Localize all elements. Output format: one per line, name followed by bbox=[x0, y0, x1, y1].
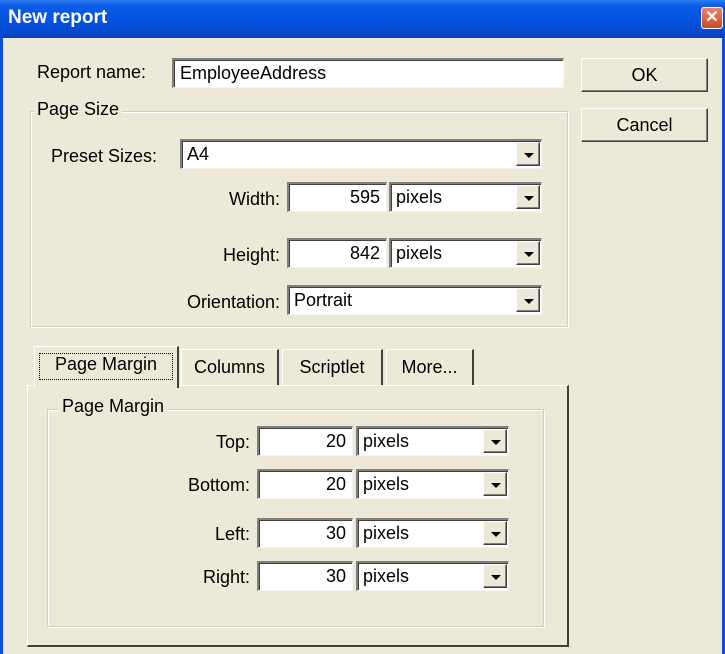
margin-left-unit-select[interactable]: pixels bbox=[356, 518, 509, 548]
height-input[interactable]: 842 bbox=[287, 238, 387, 268]
width-unit-value: pixels bbox=[396, 187, 443, 207]
chevron-down-icon[interactable] bbox=[483, 429, 507, 453]
margin-left-input[interactable]: 30 bbox=[257, 518, 353, 548]
title-bar[interactable]: New report ✕ bbox=[0, 0, 725, 38]
preset-sizes-value: A4 bbox=[187, 144, 210, 164]
report-name-input[interactable]: EmployeeAddress bbox=[172, 58, 564, 88]
close-icon[interactable]: ✕ bbox=[701, 7, 723, 29]
page-margin-tab-panel: Page Margin bbox=[27, 385, 569, 647]
margin-top-input[interactable]: 20 bbox=[257, 426, 353, 456]
margin-right-input[interactable]: 30 bbox=[257, 561, 353, 591]
margin-top-unit-value: pixels bbox=[363, 431, 410, 451]
window-title: New report bbox=[8, 7, 108, 28]
chevron-down-icon[interactable] bbox=[516, 142, 540, 166]
width-input[interactable]: 595 bbox=[287, 182, 387, 212]
height-unit-value: pixels bbox=[396, 243, 443, 263]
tab-more[interactable]: More... bbox=[386, 349, 474, 385]
chevron-down-icon[interactable] bbox=[516, 185, 540, 209]
tab-scriptlet-label: Scriptlet bbox=[299, 357, 365, 377]
page-margin-group-title: Page Margin bbox=[59, 396, 168, 417]
chevron-down-icon[interactable] bbox=[483, 564, 507, 588]
report-name-label: Report name: bbox=[37, 62, 147, 82]
width-label: Width: bbox=[228, 189, 280, 209]
tab-columns[interactable]: Columns bbox=[181, 349, 279, 385]
tab-focus-outline bbox=[39, 353, 173, 380]
tab-more-label: More... bbox=[401, 357, 458, 377]
margin-bottom-unit-value: pixels bbox=[363, 474, 410, 494]
width-unit-select[interactable]: pixels bbox=[389, 182, 542, 212]
window-frame-left bbox=[0, 38, 3, 654]
margin-right-unit-select[interactable]: pixels bbox=[356, 561, 509, 591]
chevron-down-icon[interactable] bbox=[483, 521, 507, 545]
orientation-value: Portrait bbox=[294, 290, 353, 310]
margin-bottom-unit-select[interactable]: pixels bbox=[356, 469, 509, 499]
page-size-group-title: Page Size bbox=[34, 99, 123, 120]
cancel-button[interactable]: Cancel bbox=[581, 108, 708, 142]
margin-left-label: Left: bbox=[214, 524, 250, 544]
margin-right-unit-value: pixels bbox=[363, 566, 410, 586]
orientation-label: Orientation: bbox=[186, 292, 280, 312]
new-report-dialog: New report ✕ Report name: EmployeeAddres… bbox=[0, 0, 725, 654]
height-unit-select[interactable]: pixels bbox=[389, 238, 542, 268]
tab-columns-label: Columns bbox=[193, 357, 266, 377]
margin-bottom-label: Bottom: bbox=[187, 475, 250, 495]
margin-right-label: Right: bbox=[202, 567, 250, 587]
height-label: Height: bbox=[222, 245, 280, 265]
preset-sizes-label: Preset Sizes: bbox=[51, 146, 158, 166]
tab-page-margin[interactable]: Page Margin bbox=[34, 346, 179, 388]
orientation-select[interactable]: Portrait bbox=[287, 285, 542, 315]
margin-left-unit-value: pixels bbox=[363, 523, 410, 543]
chevron-down-icon[interactable] bbox=[516, 241, 540, 265]
tab-scriptlet[interactable]: Scriptlet bbox=[282, 349, 383, 385]
preset-sizes-select[interactable]: A4 bbox=[180, 139, 542, 169]
margin-top-label: Top: bbox=[215, 432, 250, 452]
ok-button[interactable]: OK bbox=[581, 58, 708, 92]
chevron-down-icon[interactable] bbox=[483, 472, 507, 496]
chevron-down-icon[interactable] bbox=[516, 288, 540, 312]
margin-bottom-input[interactable]: 20 bbox=[257, 469, 353, 499]
margin-top-unit-select[interactable]: pixels bbox=[356, 426, 509, 456]
